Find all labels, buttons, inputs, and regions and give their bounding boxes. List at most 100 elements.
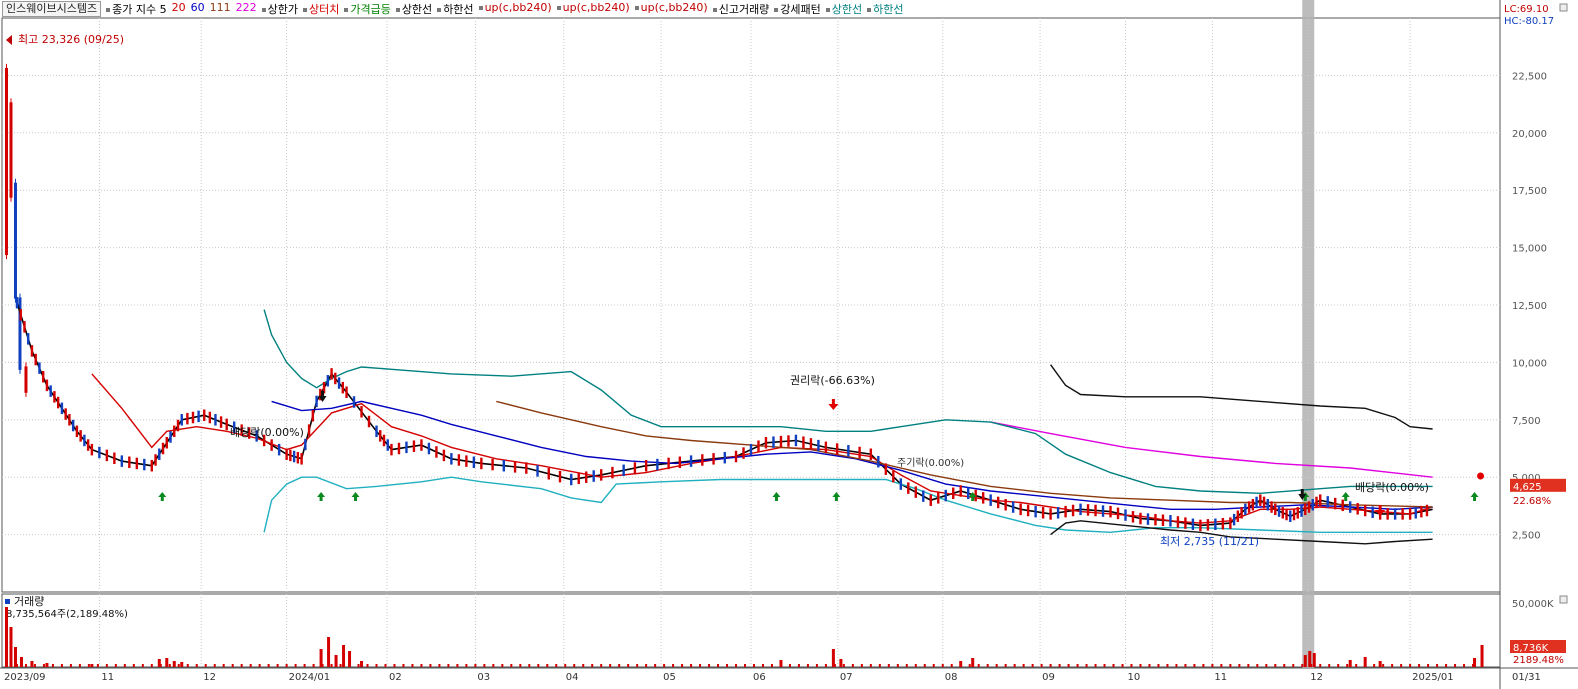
candle-body xyxy=(1232,513,1236,526)
volume-bar xyxy=(1247,664,1250,667)
candle-body xyxy=(914,486,917,498)
volume-bar xyxy=(636,664,639,667)
candle-body xyxy=(1304,503,1307,516)
volume-bar xyxy=(869,664,872,667)
candle-body xyxy=(105,449,109,462)
candle-body xyxy=(1307,501,1311,513)
volume-marker-icon xyxy=(5,599,10,604)
volume-bar xyxy=(1418,664,1421,667)
volume-bar xyxy=(941,664,944,667)
candle-body xyxy=(1086,504,1090,516)
candle-body xyxy=(90,443,94,456)
candle-body xyxy=(1292,508,1296,521)
candle-body xyxy=(772,436,775,448)
candle-body xyxy=(723,451,726,464)
volume-bar xyxy=(1348,660,1352,667)
candle-body xyxy=(375,425,378,438)
candle-body xyxy=(154,454,157,466)
candle-body xyxy=(326,375,330,387)
volume-bar xyxy=(360,661,364,667)
candle-body xyxy=(644,459,648,472)
volume-bar xyxy=(1303,655,1307,667)
volume-bar xyxy=(1373,664,1376,667)
volume-pct-label: 2189.48% xyxy=(1513,655,1564,666)
candle-body xyxy=(405,441,408,454)
candle-body xyxy=(68,414,71,426)
volume-bar xyxy=(1202,664,1205,667)
candle-body xyxy=(1289,510,1292,522)
candle-body xyxy=(1221,517,1225,530)
volume-bar xyxy=(744,664,747,667)
candle-body xyxy=(749,443,753,456)
volume-bar xyxy=(1454,664,1457,667)
volume-bar xyxy=(1400,664,1403,667)
candle-body xyxy=(742,447,745,459)
volume-bar xyxy=(708,664,711,667)
volume-bar xyxy=(105,664,108,667)
candle-body xyxy=(1131,511,1135,523)
candle-body xyxy=(585,471,588,483)
candle-body xyxy=(191,411,195,424)
volume-bar xyxy=(1310,664,1313,667)
price-tick-label: 17,500 xyxy=(1512,186,1547,197)
candle-body xyxy=(315,395,318,408)
pane-menu-icon[interactable] xyxy=(1559,595,1568,604)
volume-bar xyxy=(510,664,513,667)
pane-menu-icon[interactable] xyxy=(1559,3,1568,12)
candle-body xyxy=(1071,504,1075,517)
candle-body xyxy=(536,465,539,477)
candle-body xyxy=(330,368,333,380)
candle-body xyxy=(779,435,783,448)
volume-bar xyxy=(600,664,603,667)
candle-body xyxy=(56,396,60,409)
candle-body xyxy=(1247,501,1251,513)
volume-bar xyxy=(627,664,630,667)
volume-bar xyxy=(159,664,162,667)
time-tick-label: 2024/01 xyxy=(289,672,331,683)
candle-body xyxy=(884,463,888,475)
volume-bar xyxy=(1346,664,1349,667)
time-tick-label: 03 xyxy=(477,672,490,683)
volume-bar xyxy=(249,664,252,667)
candle-body xyxy=(1270,501,1273,513)
candle-body xyxy=(1109,505,1112,518)
candle-body xyxy=(337,377,341,389)
volume-bar xyxy=(1121,664,1124,667)
candle-body xyxy=(701,454,704,466)
volume-bar xyxy=(1480,645,1484,667)
volume-bar xyxy=(24,664,27,667)
candle-body xyxy=(1184,517,1187,529)
candle-body xyxy=(907,482,910,494)
volume-bar xyxy=(165,658,169,667)
candle-body xyxy=(219,416,223,428)
candle-body xyxy=(558,470,562,483)
stock-chart[interactable]: 2,5005,0007,50010,00012,50015,00017,5002… xyxy=(0,0,1578,689)
volume-bar xyxy=(19,657,23,667)
buy-signal-icon xyxy=(832,492,841,501)
volume-bar xyxy=(1409,664,1412,667)
volume-bar xyxy=(429,664,432,667)
volume-bar xyxy=(842,664,845,667)
volume-bar xyxy=(285,664,288,667)
candle-body xyxy=(1034,505,1037,518)
candle-body xyxy=(128,456,131,469)
volume-bar xyxy=(582,664,585,667)
volume-bar xyxy=(465,664,468,667)
volume-bar xyxy=(42,664,45,667)
volume-bar xyxy=(90,664,94,667)
volume-bar xyxy=(1085,664,1088,667)
candle-body xyxy=(1300,505,1303,517)
candle-body xyxy=(1255,496,1258,509)
volume-bar xyxy=(1013,664,1016,667)
volume-bar xyxy=(1004,664,1007,667)
volume-bar xyxy=(132,664,135,667)
volume-bar xyxy=(78,664,81,667)
candle-body xyxy=(1116,507,1120,520)
candle-body xyxy=(1041,507,1045,519)
candle-body xyxy=(622,464,625,477)
candle-body xyxy=(1154,513,1157,526)
volume-bar xyxy=(501,664,504,667)
volume-bar xyxy=(932,664,935,667)
volume-bar xyxy=(342,645,346,667)
candle-body xyxy=(1315,496,1318,509)
